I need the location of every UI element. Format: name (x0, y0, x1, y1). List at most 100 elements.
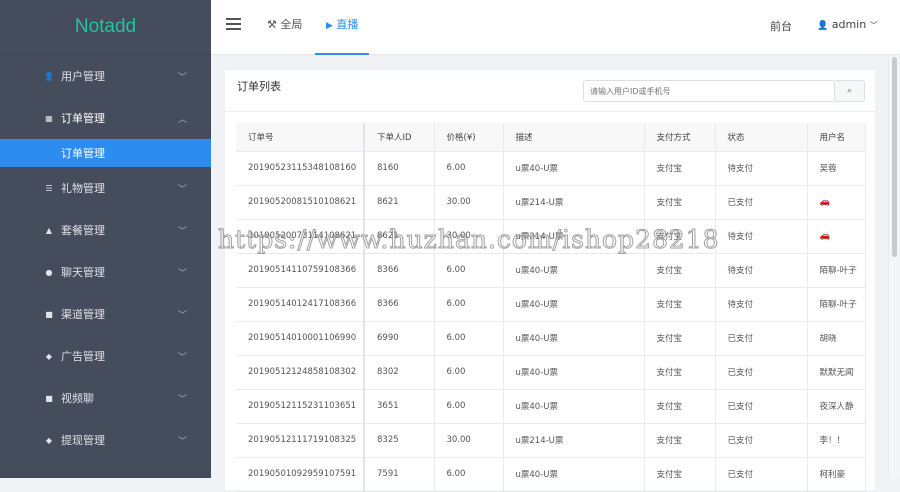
table-cell: u票214-U票 (503, 185, 645, 220)
table-row[interactable]: 20190512111719108325 8325 30.00 u票214-U票 支付宝… (236, 423, 866, 458)
chevron-down-icon: ﹀ (177, 352, 187, 363)
sidebar-item-7[interactable]: ■ 视频聊 ﹀ (0, 377, 211, 419)
column-header[interactable]: 价格(¥) (434, 123, 504, 152)
table-cell: 默默无闻 (807, 355, 866, 390)
sidebar-item-1[interactable]: ▦ 订单管理 ︿ (0, 97, 211, 139)
table-cell: u票214-U票 (503, 219, 645, 254)
table-cell: 20190523115348108160 (236, 151, 365, 186)
table-cell: 6.00 (434, 253, 504, 288)
column-header[interactable]: 订单号 (236, 123, 365, 152)
table-cell: 30.00 (434, 423, 504, 458)
tab-live[interactable]: ▶ 直播 (315, 0, 370, 55)
table-row[interactable]: 20190514012417108366 8366 6.00 u票40-U票 支付宝 待支… (236, 287, 866, 322)
table-cell: 胡晓 (807, 321, 866, 356)
sidebar-subitem-orders[interactable]: 订单管理 (0, 139, 211, 167)
table-cell: 20190514012417108366 (236, 287, 365, 322)
table-cell: 支付宝 (644, 151, 716, 186)
table-cell: 支付宝 (644, 219, 716, 254)
search-button[interactable]: ⌕ (835, 80, 865, 102)
table-cell: 20190514010001106990 (236, 321, 365, 356)
table-cell: 8366 (364, 287, 435, 322)
user-menu[interactable]: 👤 admin ﹀ (817, 18, 878, 31)
order-list-card: 订单列表 ⌕ 订单号下单人ID价格(¥)描述支付方式状态用户名 20190523… (225, 70, 875, 492)
table-cell: u票214-U票 (503, 423, 645, 458)
sidebar-item-6[interactable]: ◆ 广告管理 ﹀ (0, 335, 211, 377)
user-icon: 👤 (44, 71, 54, 81)
scrollbar[interactable] (888, 55, 900, 478)
sidebar-item-2[interactable]: ☰ 礼物管理 ﹀ (0, 167, 211, 209)
tab-global[interactable]: ⚒ 全局 (267, 0, 302, 55)
table-cell: 8160 (364, 151, 435, 186)
table-cell: 6.00 (434, 287, 504, 322)
column-header[interactable]: 描述 (503, 123, 645, 152)
scrollbar-thumb[interactable] (892, 57, 897, 257)
table-cell: 已支付 (715, 355, 808, 390)
search-input[interactable] (583, 80, 835, 102)
table-cell: 30.00 (434, 185, 504, 220)
column-header[interactable]: 下单人ID (364, 123, 435, 152)
menu-toggle-icon[interactable] (226, 18, 241, 30)
table-cell: u票40-U票 (503, 457, 645, 492)
tools-icon: ⚒ (267, 18, 277, 31)
table-cell: 6.00 (434, 389, 504, 424)
table-cell: 支付宝 (644, 185, 716, 220)
table-cell: 待支付 (715, 287, 808, 322)
table-row[interactable]: 20190520081510108621 8621 30.00 u票214-U票 支付宝… (236, 185, 866, 220)
table-cell: 支付宝 (644, 253, 716, 288)
table-cell: 8621 (364, 219, 435, 254)
table-cell: u票40-U票 (503, 321, 645, 356)
sidebar-item-8[interactable]: ◆ 提现管理 ﹀ (0, 419, 211, 461)
chevron-down-icon: ﹀ (177, 226, 187, 237)
chat-icon: ● (45, 267, 53, 277)
chevron-down-icon: ﹀ (869, 21, 878, 30)
table-cell: 3651 (364, 389, 435, 424)
table-cell: 6.00 (434, 355, 504, 390)
table-cell: 待支付 (715, 219, 808, 254)
table-row[interactable]: 20190512124858108302 8302 6.00 u票40-U票 支付宝 已支… (236, 355, 866, 390)
table-cell: 陌聊-叶子 (807, 287, 866, 322)
sidebar-item-5[interactable]: ■ 渠道管理 ﹀ (0, 293, 211, 335)
sidebar-item-4[interactable]: ● 聊天管理 ﹀ (0, 251, 211, 293)
table-cell: 支付宝 (644, 355, 716, 390)
table-cell: 6.00 (434, 151, 504, 186)
chevron-down-icon: ﹀ (177, 184, 187, 195)
list-icon: ▦ (45, 113, 53, 123)
table-row[interactable]: 20190514110759108366 8366 6.00 u票40-U票 支付宝 待支… (236, 253, 866, 288)
column-header[interactable]: 用户名 (807, 123, 866, 152)
table-cell: 支付宝 (644, 457, 716, 492)
table-cell: 支付宝 (644, 321, 716, 356)
flask-icon: ▲ (45, 225, 53, 235)
table-cell: 已支付 (715, 321, 808, 356)
table-cell: u票40-U票 (503, 253, 645, 288)
table-cell: 20190514110759108366 (236, 253, 365, 288)
orders-table: 订单号 下单人ID 价格(¥) 描述 支付方式 状态 用户名 201905231153481… (236, 123, 866, 492)
frontend-link[interactable]: 前台 (770, 18, 792, 34)
card-title: 订单列表 (237, 80, 281, 93)
table-cell: 6990 (364, 321, 435, 356)
table-cell: 20190512115231103651 (236, 389, 365, 424)
table-row[interactable]: 20190514010001106990 6990 6.00 u票40-U票 支付宝 已支… (236, 321, 866, 356)
sidebar-item-3[interactable]: ▲ 套餐管理 ﹀ (0, 209, 211, 251)
table-cell: 7591 (364, 457, 435, 492)
table-cell: u票40-U票 (503, 151, 645, 186)
table-row[interactable]: 20190523115348108160 8160 6.00 u票40-U票 支付宝 待支… (236, 151, 866, 186)
table-cell: 20190520073114108621 (236, 219, 365, 254)
table-row[interactable]: 20190512115231103651 3651 6.00 u票40-U票 支付宝 已支… (236, 389, 866, 424)
sidebar: Notadd 👤 用户管理 ﹀ ▦ 订单管理 ︿ 订单管理 ☰ 礼物管理 ﹀ ▲ 套餐管理 ﹀ ● 聊天管理… (0, 0, 211, 478)
table-cell: 20190520081510108621 (236, 185, 365, 220)
table-cell: 夜深人静 (807, 389, 866, 424)
table-cell: 20190512111719108325 (236, 423, 365, 458)
sidebar-item-0[interactable]: 👤 用户管理 ﹀ (0, 55, 211, 97)
table-row[interactable]: 20190501092959107591 7591 6.00 u票40-U票 支付宝 已支… (236, 457, 866, 492)
column-header[interactable]: 状态 (715, 123, 808, 152)
table-cell: 🚗 (807, 219, 866, 254)
column-header[interactable]: 支付方式 (644, 123, 716, 152)
table-cell: u票40-U票 (503, 355, 645, 390)
logo: Notadd (0, 0, 211, 55)
table-row[interactable]: 20190520073114108621 8621 30.00 u票214-U票 支付宝… (236, 219, 866, 254)
chevron-down-icon: ﹀ (177, 72, 187, 83)
table-cell: 李！！ (807, 423, 866, 458)
table-cell: 8302 (364, 355, 435, 390)
tag-icon: ◆ (45, 351, 53, 361)
table-cell: 待支付 (715, 151, 808, 186)
